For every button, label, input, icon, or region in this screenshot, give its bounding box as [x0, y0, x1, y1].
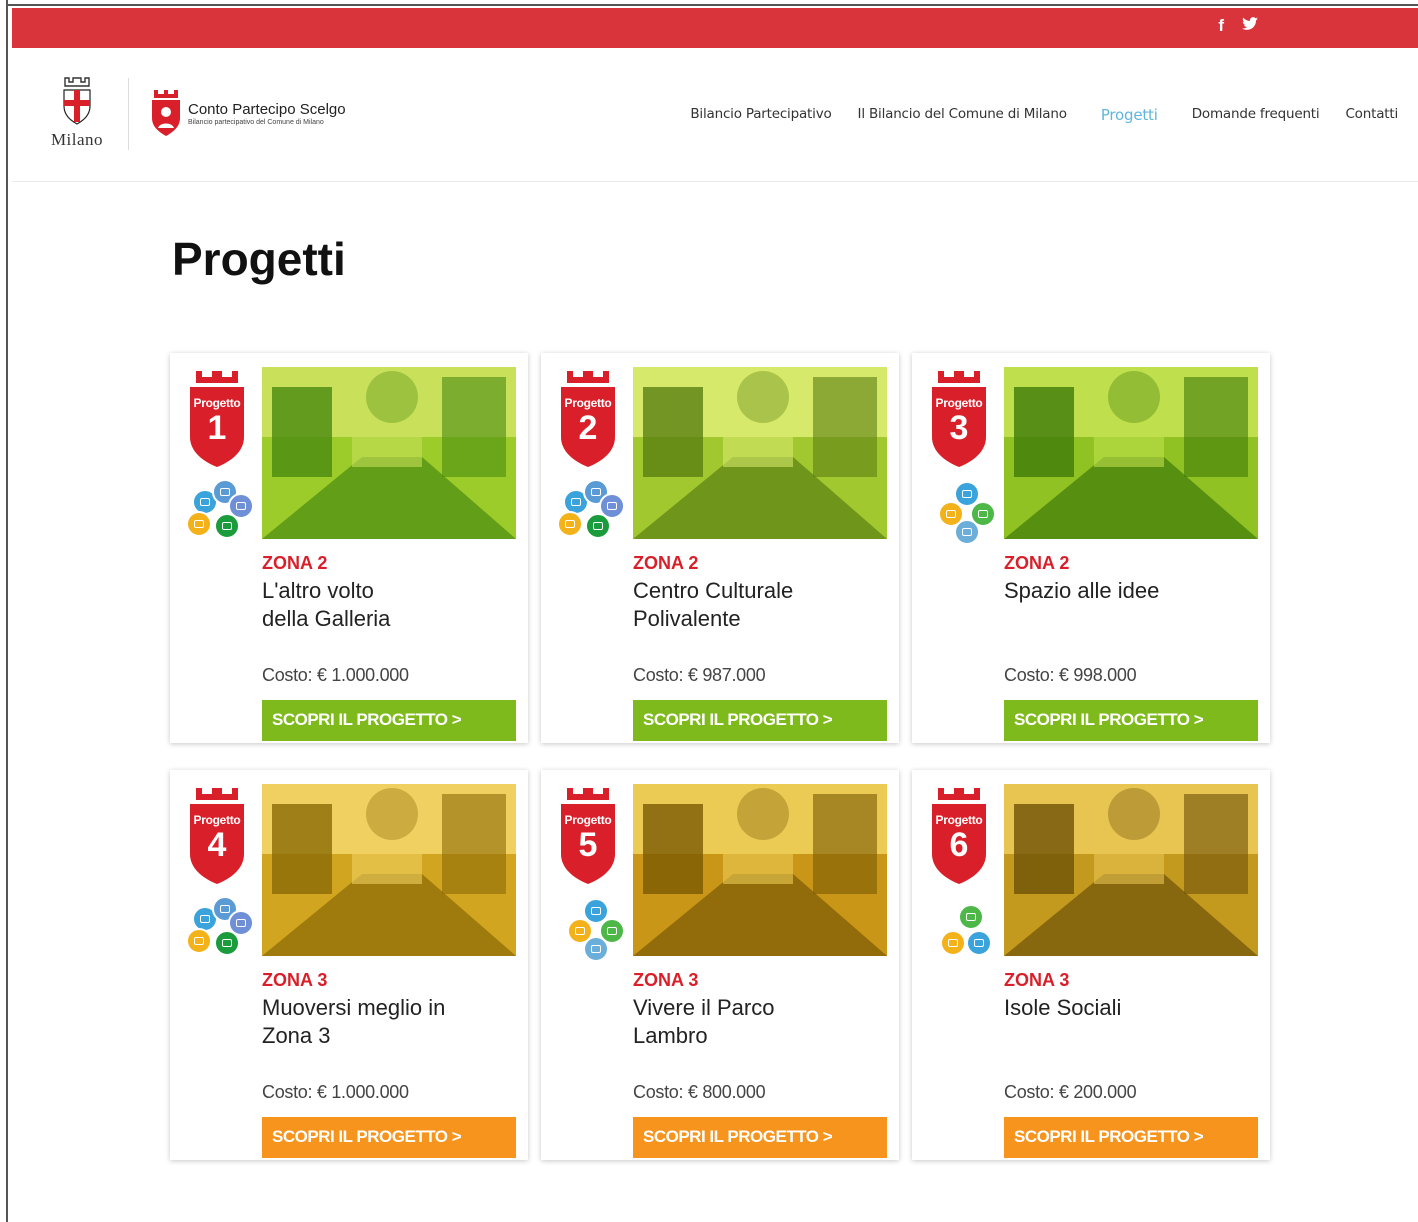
- project-title[interactable]: Vivere il Parco Lambro: [633, 994, 803, 1050]
- project-number-badge: Progetto 5: [559, 786, 617, 886]
- milano-logo-text: Milano: [50, 130, 104, 149]
- badge-label: Progetto: [935, 396, 983, 410]
- book-icon: [954, 519, 980, 545]
- discover-project-button[interactable]: SCOPRI IL PROGETTO >: [633, 700, 887, 741]
- badge-number: 5: [578, 826, 598, 864]
- page-title: Progetti: [172, 233, 346, 285]
- project-cost: Costo: € 1.000.000: [262, 665, 409, 685]
- brand-title: Conto Partecipo Scelgo: [188, 100, 346, 118]
- category-icons: [924, 479, 996, 545]
- project-card[interactable]: Progetto 1 ZONA 2 L'altro volto della Galle…: [170, 353, 528, 743]
- brand-badge-icon: [152, 90, 180, 136]
- badge-label: Progetto: [193, 813, 241, 827]
- bike-icon: [940, 930, 966, 956]
- project-zone: ZONA 2: [262, 553, 328, 573]
- discover-project-button[interactable]: SCOPRI IL PROGETTO >: [262, 1117, 516, 1158]
- project-photo[interactable]: [1004, 784, 1258, 956]
- bulb-icon: [214, 930, 240, 956]
- nav-item-contatti[interactable]: Contatti: [1345, 106, 1398, 124]
- badge-number: 3: [949, 409, 969, 447]
- badge-number: 6: [949, 826, 969, 864]
- project-photo[interactable]: [1004, 367, 1258, 539]
- bulb-icon: [585, 513, 611, 539]
- nav-item-progetti[interactable]: Progetti: [1101, 106, 1158, 124]
- project-cost: Costo: € 987.000: [633, 665, 766, 685]
- twitter-icon[interactable]: [1242, 16, 1258, 36]
- project-cost: Costo: € 200.000: [1004, 1082, 1137, 1102]
- bulb-icon: [214, 513, 240, 539]
- project-card[interactable]: Progetto 5 ZONA 3 Vivere il Parco Lambro Cos…: [541, 770, 899, 1160]
- badge-number: 4: [207, 826, 227, 864]
- project-cost: Costo: € 800.000: [633, 1082, 766, 1102]
- brand-subtitle: Bilancio partecipativo del Comune di Mil…: [188, 118, 324, 126]
- badge-label: Progetto: [564, 396, 612, 410]
- badge-label: Progetto: [193, 396, 241, 410]
- project-number-badge: Progetto 1: [188, 369, 246, 469]
- discover-project-button[interactable]: SCOPRI IL PROGETTO >: [1004, 1117, 1258, 1158]
- book-icon: [583, 936, 609, 962]
- project-zone: ZONA 2: [1004, 553, 1070, 573]
- social-links: f: [1218, 16, 1258, 36]
- category-icons: [553, 479, 625, 543]
- project-title[interactable]: Centro Culturale Polivalente: [633, 577, 833, 633]
- world-icon: [966, 930, 992, 956]
- discover-project-button[interactable]: SCOPRI IL PROGETTO >: [262, 700, 516, 741]
- discover-project-button[interactable]: SCOPRI IL PROGETTO >: [1004, 700, 1258, 741]
- project-card[interactable]: Progetto 2 ZONA 2 Centro Culturale Polivale…: [541, 353, 899, 743]
- project-zone: ZONA 3: [262, 970, 328, 990]
- category-icons: [553, 896, 625, 962]
- project-card[interactable]: Progetto 3 ZONA 2 Spazio alle idee Costo: € …: [912, 353, 1270, 743]
- window-frame-top: [0, 0, 1418, 6]
- facebook-icon[interactable]: f: [1218, 16, 1224, 36]
- nav-item-bilancio-partecipativo[interactable]: Bilancio Partecipativo: [690, 106, 831, 124]
- project-photo[interactable]: [262, 367, 516, 539]
- discover-project-button[interactable]: SCOPRI IL PROGETTO >: [633, 1117, 887, 1158]
- project-title[interactable]: Muoversi meglio in Zona 3: [262, 994, 452, 1050]
- category-icons: [182, 479, 254, 543]
- project-title[interactable]: L'altro volto della Galleria: [262, 577, 412, 633]
- project-title[interactable]: Isole Sociali: [1004, 994, 1254, 1022]
- projects-grid: Progetto 1 ZONA 2 L'altro volto della Galle…: [170, 353, 1270, 1160]
- badge-number: 2: [578, 409, 598, 447]
- project-number-badge: Progetto 6: [930, 786, 988, 886]
- project-number-badge: Progetto 2: [559, 369, 617, 469]
- project-number-badge: Progetto 4: [188, 786, 246, 886]
- project-zone: ZONA 2: [633, 553, 699, 573]
- project-cost: Costo: € 998.000: [1004, 665, 1137, 685]
- bike-icon: [186, 928, 212, 954]
- site-header: Milano Conto Partecipo Scelgo Bilancio p…: [12, 48, 1418, 182]
- milano-crest-icon: [61, 76, 93, 128]
- project-number-badge: Progetto 3: [930, 369, 988, 469]
- tree-icon: [958, 904, 984, 930]
- bike-icon: [186, 511, 212, 537]
- category-icons: [924, 896, 994, 960]
- brand-logo[interactable]: Conto Partecipo Scelgo Bilancio partecip…: [150, 88, 346, 140]
- project-photo[interactable]: [633, 367, 887, 539]
- badge-number: 1: [207, 409, 227, 447]
- nav-item-domande-frequenti[interactable]: Domande frequenti: [1192, 106, 1320, 124]
- badge-label: Progetto: [564, 813, 612, 827]
- project-title[interactable]: Spazio alle idee: [1004, 577, 1254, 605]
- main-nav: Bilancio Partecipativo Il Bilancio del C…: [690, 106, 1398, 124]
- badge-label: Progetto: [935, 813, 983, 827]
- project-cost: Costo: € 1.000.000: [262, 1082, 409, 1102]
- project-zone: ZONA 3: [633, 970, 699, 990]
- window-frame-left: [0, 0, 8, 1222]
- project-card[interactable]: Progetto 6 ZONA 3 Isole Sociali Costo: € 200…: [912, 770, 1270, 1160]
- project-photo[interactable]: [262, 784, 516, 956]
- milano-logo[interactable]: Milano: [46, 76, 108, 150]
- bike-icon: [557, 511, 583, 537]
- category-icons: [182, 896, 254, 960]
- project-photo[interactable]: [633, 784, 887, 956]
- project-card[interactable]: Progetto 4 ZONA 3 Muoversi meglio in Zona 3…: [170, 770, 528, 1160]
- project-zone: ZONA 3: [1004, 970, 1070, 990]
- nav-item-bilancio-comune[interactable]: Il Bilancio del Comune di Milano: [858, 106, 1067, 124]
- top-bar: f: [12, 8, 1418, 48]
- logo-divider: [128, 78, 129, 150]
